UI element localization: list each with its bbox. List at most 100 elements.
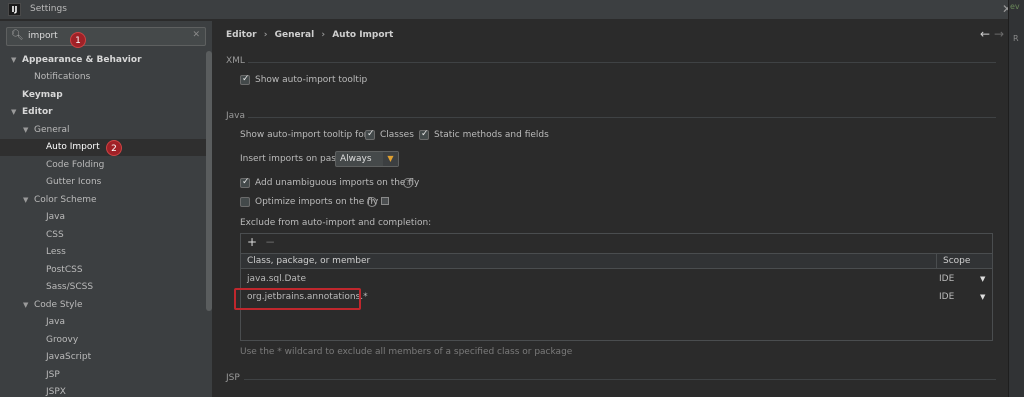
insert-on-paste-select[interactable]: Always ▼ [335,151,399,167]
sidebar-item-editor[interactable]: ▼ Editor [0,104,206,121]
sidebar-item-color-less[interactable]: Less [0,244,206,261]
background-text: R [1013,34,1019,43]
column-header-class[interactable]: Class, package, or member [247,256,370,266]
sidebar-item-color-sass[interactable]: Sass/SCSS [0,279,206,296]
search-input[interactable]: 🔍︎ import ✕ [6,27,206,46]
back-arrow-icon[interactable]: ← [980,27,990,41]
sidebar-item-style-groovy[interactable]: Groovy [0,332,206,349]
row-class-name: java.sql.Date [247,274,306,284]
sidebar-item-code-style[interactable]: ▼ Code Style [0,297,206,314]
chevron-down-icon[interactable]: ▼ [11,104,16,121]
section-title-java: Java [226,111,246,121]
chevron-down-icon[interactable]: ▼ [383,152,398,166]
add-button[interactable]: + [247,235,257,249]
sidebar-item-general[interactable]: ▼ General [0,122,206,139]
annotation-badge-2: 2 [106,140,122,156]
sidebar-item-label: Java [46,317,66,327]
sidebar-item-style-jsp[interactable]: JSP [0,367,206,384]
classes-label: Classes [380,130,414,140]
sidebar-item-label: Groovy [46,335,79,345]
sidebar-item-style-java[interactable]: Java [0,314,206,331]
help-icon[interactable]: ? [403,178,413,188]
static-methods-label: Static methods and fields [434,130,549,140]
search-icon: 🔍︎ [11,30,24,41]
table-row[interactable]: java.sql.Date IDE ▼ [241,271,992,288]
help-icon[interactable]: ? [367,197,377,207]
sidebar-item-label: Gutter Icons [46,177,102,187]
breadcrumb-separator: › [321,30,326,40]
exclude-label: Exclude from auto-import and completion: [240,218,432,228]
sidebar-item-style-javascript[interactable]: JavaScript [0,349,206,366]
sidebar-item-label: Less [46,247,66,257]
sidebar-item-auto-import[interactable]: Auto Import [0,139,206,156]
app-logo-icon: IJ [8,3,21,16]
sidebar-item-label: PostCSS [46,265,83,275]
breadcrumb-separator: › [263,30,268,40]
sidebar-item-keymap[interactable]: Keymap [0,87,206,104]
sidebar-item-label: Code Style [34,300,83,310]
classes-checkbox[interactable] [365,129,375,140]
sidebar-item-label: JavaScript [46,352,92,362]
exclude-table: + − Class, package, or member Scope java… [240,233,993,341]
settings-link-icon[interactable] [381,197,389,205]
sidebar-item-notifications[interactable]: Notifications [0,69,206,86]
sidebar-item-color-scheme[interactable]: ▼ Color Scheme [0,192,206,209]
show-tooltip-xml-checkbox[interactable] [240,74,250,85]
wildcard-hint: Use the * wildcard to exclude all member… [240,347,573,357]
chevron-down-icon[interactable]: ▼ [23,122,28,139]
select-value: Always [340,154,372,164]
tooltip-for-label: Show auto-import tooltip for: [240,130,371,140]
sidebar-item-style-jspx[interactable]: JSPX [0,384,206,397]
static-methods-checkbox[interactable] [419,129,429,140]
show-tooltip-xml-label: Show auto-import tooltip [255,75,368,85]
sidebar-item-gutter-icons[interactable]: Gutter Icons [0,174,206,191]
sidebar-item-code-folding[interactable]: Code Folding [0,157,206,174]
sidebar-scrollbar[interactable] [206,51,212,311]
sidebar-item-color-postcss[interactable]: PostCSS [0,262,206,279]
add-unambiguous-checkbox[interactable] [240,177,250,188]
sidebar-item-color-java[interactable]: Java [0,209,206,226]
sidebar-item-label: Java [46,212,66,222]
chevron-down-icon[interactable]: ▼ [980,289,985,306]
annotation-badge-1: 1 [70,32,86,48]
table-header: Class, package, or member Scope [241,253,992,269]
chevron-down-icon[interactable]: ▼ [23,297,28,314]
sidebar-item-label: Color Scheme [34,195,97,205]
add-unambiguous-label: Add unambiguous imports on the fly [255,178,420,188]
optimize-imports-checkbox[interactable] [240,197,250,207]
sidebar-item-color-css[interactable]: CSS [0,227,206,244]
breadcrumb-general[interactable]: General [275,30,315,40]
sidebar-item-label: Editor [22,107,53,117]
sidebar-item-label: General [34,125,70,135]
sidebar-item-label: Appearance & Behavior [22,55,142,65]
sidebar-item-appearance-behavior[interactable]: ▼ Appearance & Behavior [0,52,206,69]
insert-on-paste-label: Insert imports on paste: [240,154,349,164]
section-divider [244,379,996,380]
section-divider [248,117,996,118]
sidebar-item-label: Keymap [22,90,63,100]
sidebar-item-label: CSS [46,230,64,240]
chevron-down-icon[interactable]: ▼ [11,52,16,69]
chevron-down-icon[interactable]: ▼ [980,271,985,288]
forward-arrow-icon[interactable]: → [994,27,1004,41]
clear-search-icon[interactable]: ✕ [192,30,200,40]
sidebar-item-label: Notifications [34,72,91,82]
row-scope[interactable]: IDE [939,289,954,306]
row-scope[interactable]: IDE [939,271,954,288]
remove-button[interactable]: − [265,235,275,249]
window-title: Settings [30,4,67,14]
optimize-imports-label: Optimize imports on the fly [255,197,379,207]
section-title-jsp: JSP [226,373,240,383]
title-bar: IJ Settings ✕ [0,0,1024,20]
sidebar-item-label: JSP [46,370,60,380]
breadcrumb-auto-import: Auto Import [332,30,394,40]
sidebar-item-label: Sass/SCSS [46,282,94,292]
breadcrumb-editor[interactable]: Editor [226,30,257,40]
chevron-down-icon[interactable]: ▼ [23,192,28,209]
column-divider [936,253,937,269]
sidebar-item-label: Auto Import [46,142,100,152]
column-header-scope[interactable]: Scope [943,256,970,266]
sidebar-item-label: Code Folding [46,160,105,170]
breadcrumb: Editor › General › Auto Import [226,30,397,40]
section-title-xml: XML [226,56,245,66]
